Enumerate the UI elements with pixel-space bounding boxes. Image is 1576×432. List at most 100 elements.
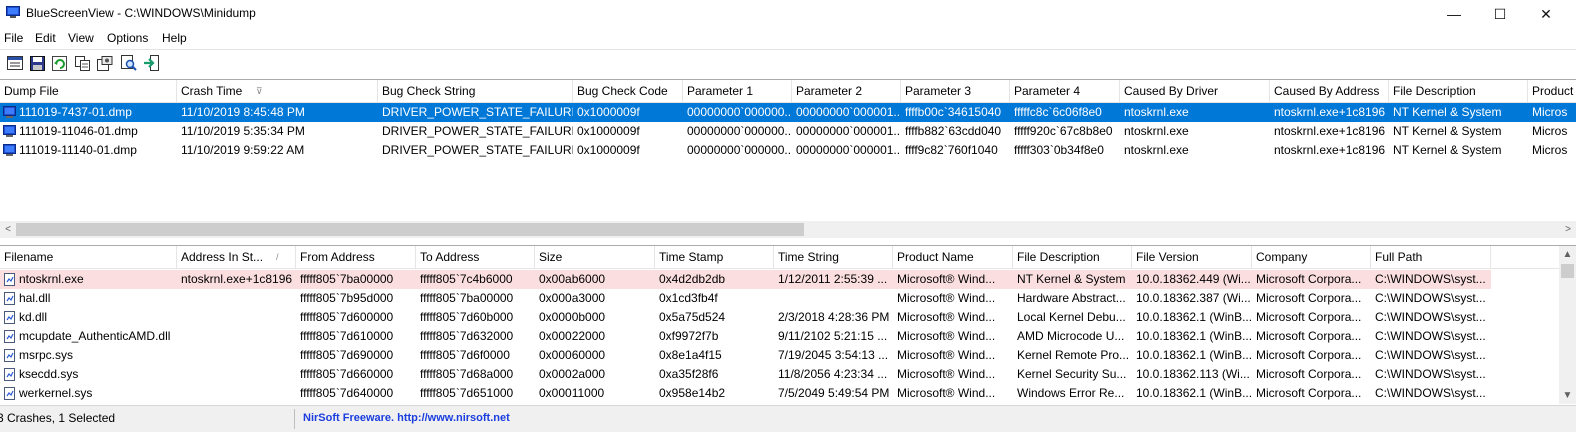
- driver-cell: fffff805`7d632000: [420, 329, 514, 343]
- driver-cell: C:\WINDOWS\syst...: [1375, 386, 1486, 400]
- crash-row[interactable]: 111019-11140-01.dmp 11/10/2019 9:59:22 AM…: [0, 141, 1576, 160]
- column-header-parameter-4[interactable]: Parameter 4: [1010, 80, 1120, 102]
- column-header-address-in-stack[interactable]: Address In St... /: [177, 246, 296, 268]
- driver-cell: 0x8e1a4f15: [659, 348, 722, 362]
- refresh-icon: [51, 55, 67, 71]
- column-header-time-stamp[interactable]: Time Stamp: [655, 246, 774, 268]
- exit-button[interactable]: [142, 54, 160, 72]
- driver-cell: Kernel Remote Pro...: [1017, 348, 1130, 362]
- sort-icon: /: [276, 252, 279, 262]
- properties-button[interactable]: [6, 54, 24, 72]
- crash-cell: 0x1000009f: [577, 143, 640, 157]
- driver-cell: Microsoft® Wind...: [897, 329, 996, 343]
- crash-cell: 00000000`000001...: [796, 124, 901, 138]
- menu-edit[interactable]: Edit: [35, 31, 56, 45]
- column-header-dump-file[interactable]: Dump File: [0, 80, 177, 102]
- driver-cell: 0x0000b000: [539, 310, 606, 324]
- column-header-parameter-2[interactable]: Parameter 2: [792, 80, 901, 102]
- driver-cell: 0x5a75d524: [659, 310, 726, 324]
- driver-cell: [177, 365, 296, 384]
- scroll-up-arrow-icon[interactable]: ▲: [1559, 246, 1576, 263]
- crash-list-pane[interactable]: Dump File Crash Time ⊽ Bug Check String B…: [0, 79, 1576, 241]
- app-monitor-icon: [6, 6, 20, 18]
- driver-cell: fffff805`7d690000: [300, 348, 394, 362]
- driver-list-vertical-scrollbar[interactable]: ▲ ▼: [1559, 246, 1576, 404]
- column-header-from-address[interactable]: From Address: [296, 246, 416, 268]
- copy-button[interactable]: [74, 54, 92, 72]
- driver-cell: 9/11/2102 5:21:15 ...: [778, 329, 888, 343]
- column-header-time-string[interactable]: Time String: [774, 246, 893, 268]
- crash-row[interactable]: 111019-7437-01.dmp 11/10/2019 8:45:48 PM D…: [0, 103, 1576, 122]
- column-header-file-version[interactable]: File Version: [1132, 246, 1252, 268]
- column-header-filename[interactable]: Filename: [0, 246, 177, 268]
- refresh-button[interactable]: [50, 54, 68, 72]
- column-header-caused-by-driver[interactable]: Caused By Driver: [1120, 80, 1270, 102]
- column-header-product-name[interactable]: Product Name: [893, 246, 1013, 268]
- column-header-size[interactable]: Size: [535, 246, 655, 268]
- column-header-file-description[interactable]: File Description: [1389, 80, 1528, 102]
- crash-cell: DRIVER_POWER_STATE_FAILURE: [382, 105, 573, 119]
- crash-cell: ffff9c82`760f1040: [905, 143, 998, 157]
- column-header-parameter-1[interactable]: Parameter 1: [683, 80, 792, 102]
- column-header-crash-time[interactable]: Crash Time ⊽: [177, 80, 378, 102]
- driver-cell: fffff805`7d651000: [420, 386, 514, 400]
- driver-row[interactable]: ntoskrnl.exe ntoskrnl.exe+1c8196 fffff805`…: [0, 270, 1491, 289]
- crash-list-horizontal-scrollbar[interactable]: < >: [0, 221, 1576, 238]
- driver-cell: C:\WINDOWS\syst...: [1375, 329, 1486, 343]
- scrollbar-thumb[interactable]: [1561, 264, 1574, 278]
- column-header-to-address[interactable]: To Address: [416, 246, 535, 268]
- driver-list-pane[interactable]: Filename Address In St... / From Address …: [0, 245, 1576, 404]
- crash-row[interactable]: 111019-11046-01.dmp 11/10/2019 5:35:34 PM…: [0, 122, 1576, 141]
- status-divider: [294, 409, 295, 429]
- crash-cell: 00000000`000001...: [796, 143, 901, 157]
- close-button[interactable]: ✕: [1523, 0, 1569, 28]
- driver-cell: 0xf9972f7b: [659, 329, 719, 343]
- driver-list-header: Filename Address In St... / From Address …: [0, 246, 1576, 269]
- column-header-product[interactable]: Product: [1528, 80, 1576, 102]
- driver-cell: fffff805`7c4b6000: [420, 272, 513, 286]
- advanced-options-button[interactable]: [96, 54, 114, 72]
- column-header-bug-check-code[interactable]: Bug Check Code: [573, 80, 683, 102]
- find-button[interactable]: [120, 54, 138, 72]
- close-icon: ✕: [1540, 5, 1552, 22]
- column-header-parameter-3[interactable]: Parameter 3: [901, 80, 1010, 102]
- driver-cell: Microsoft® Wind...: [897, 310, 996, 324]
- driver-cell: Microsoft Corpora...: [1256, 291, 1362, 305]
- maximize-button[interactable]: ☐: [1477, 0, 1523, 28]
- crash-cell: 00000000`000000...: [687, 143, 792, 157]
- driver-row[interactable]: hal.dll fffff805`7b95d000 fffff805`7ba0000…: [0, 289, 1491, 308]
- driver-row[interactable]: kd.dll fffff805`7d600000 fffff805`7d60b000…: [0, 308, 1491, 327]
- column-header-full-path[interactable]: Full Path: [1371, 246, 1491, 268]
- driver-cell: Microsoft® Wind...: [897, 386, 996, 400]
- column-header-file-description[interactable]: File Description: [1013, 246, 1132, 268]
- driver-row[interactable]: mcupdate_AuthenticAMD.dll fffff805`7d6100…: [0, 327, 1491, 346]
- driver-row[interactable]: msrpc.sys fffff805`7d690000 fffff805`7d6f0…: [0, 346, 1491, 365]
- driver-cell: fffff805`7d60b000: [420, 310, 514, 324]
- driver-row[interactable]: ksecdd.sys fffff805`7d660000 fffff805`7d68…: [0, 365, 1491, 384]
- driver-cell: [177, 384, 296, 403]
- menu-options[interactable]: Options: [107, 31, 148, 45]
- menu-help[interactable]: Help: [162, 31, 187, 45]
- scroll-down-arrow-icon[interactable]: ▼: [1559, 387, 1576, 404]
- crash-cell: NT Kernel & System: [1393, 124, 1502, 138]
- minimize-button[interactable]: —: [1431, 0, 1477, 28]
- driver-cell: mcupdate_AuthenticAMD.dll: [19, 329, 171, 343]
- driver-row[interactable]: werkernel.sys fffff805`7d640000 fffff805`7…: [0, 384, 1491, 403]
- scroll-left-arrow-icon[interactable]: <: [0, 221, 16, 238]
- nirsoft-link[interactable]: NirSoft Freeware. http://www.nirsoft.net: [303, 406, 510, 432]
- menu-file[interactable]: File: [4, 31, 23, 45]
- scrollbar-thumb[interactable]: [16, 223, 804, 236]
- save-button[interactable]: [28, 54, 46, 72]
- menu-view[interactable]: View: [68, 31, 94, 45]
- driver-cell: 11/8/2056 4:23:34 ...: [778, 367, 888, 381]
- column-header-bug-check-string[interactable]: Bug Check String: [378, 80, 573, 102]
- driver-cell: 10.0.18362.113 (Wi...: [1136, 367, 1250, 381]
- column-header-company[interactable]: Company: [1252, 246, 1371, 268]
- crash-cell: DRIVER_POWER_STATE_FAILURE: [382, 143, 573, 157]
- driver-cell: 0x00022000: [539, 329, 606, 343]
- driver-cell: 10.0.18362.1 (WinB...: [1136, 310, 1252, 324]
- scroll-right-arrow-icon[interactable]: >: [1560, 221, 1576, 238]
- column-header-caused-by-address[interactable]: Caused By Address: [1270, 80, 1389, 102]
- driver-cell: fffff805`7d6f0000: [420, 348, 510, 362]
- window-title: BlueScreenView - C:\WINDOWS\Minidump: [26, 6, 256, 20]
